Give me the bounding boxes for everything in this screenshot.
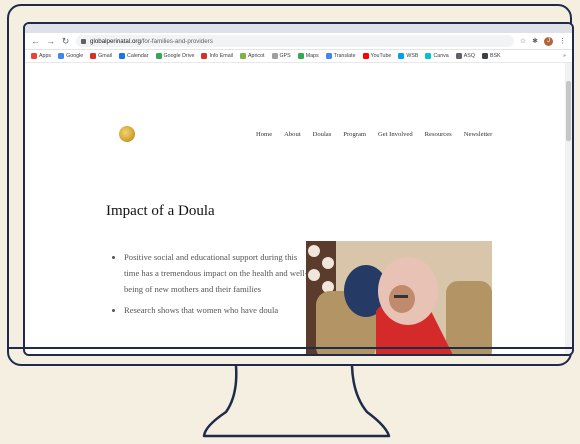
monitor-stand bbox=[202, 365, 391, 438]
